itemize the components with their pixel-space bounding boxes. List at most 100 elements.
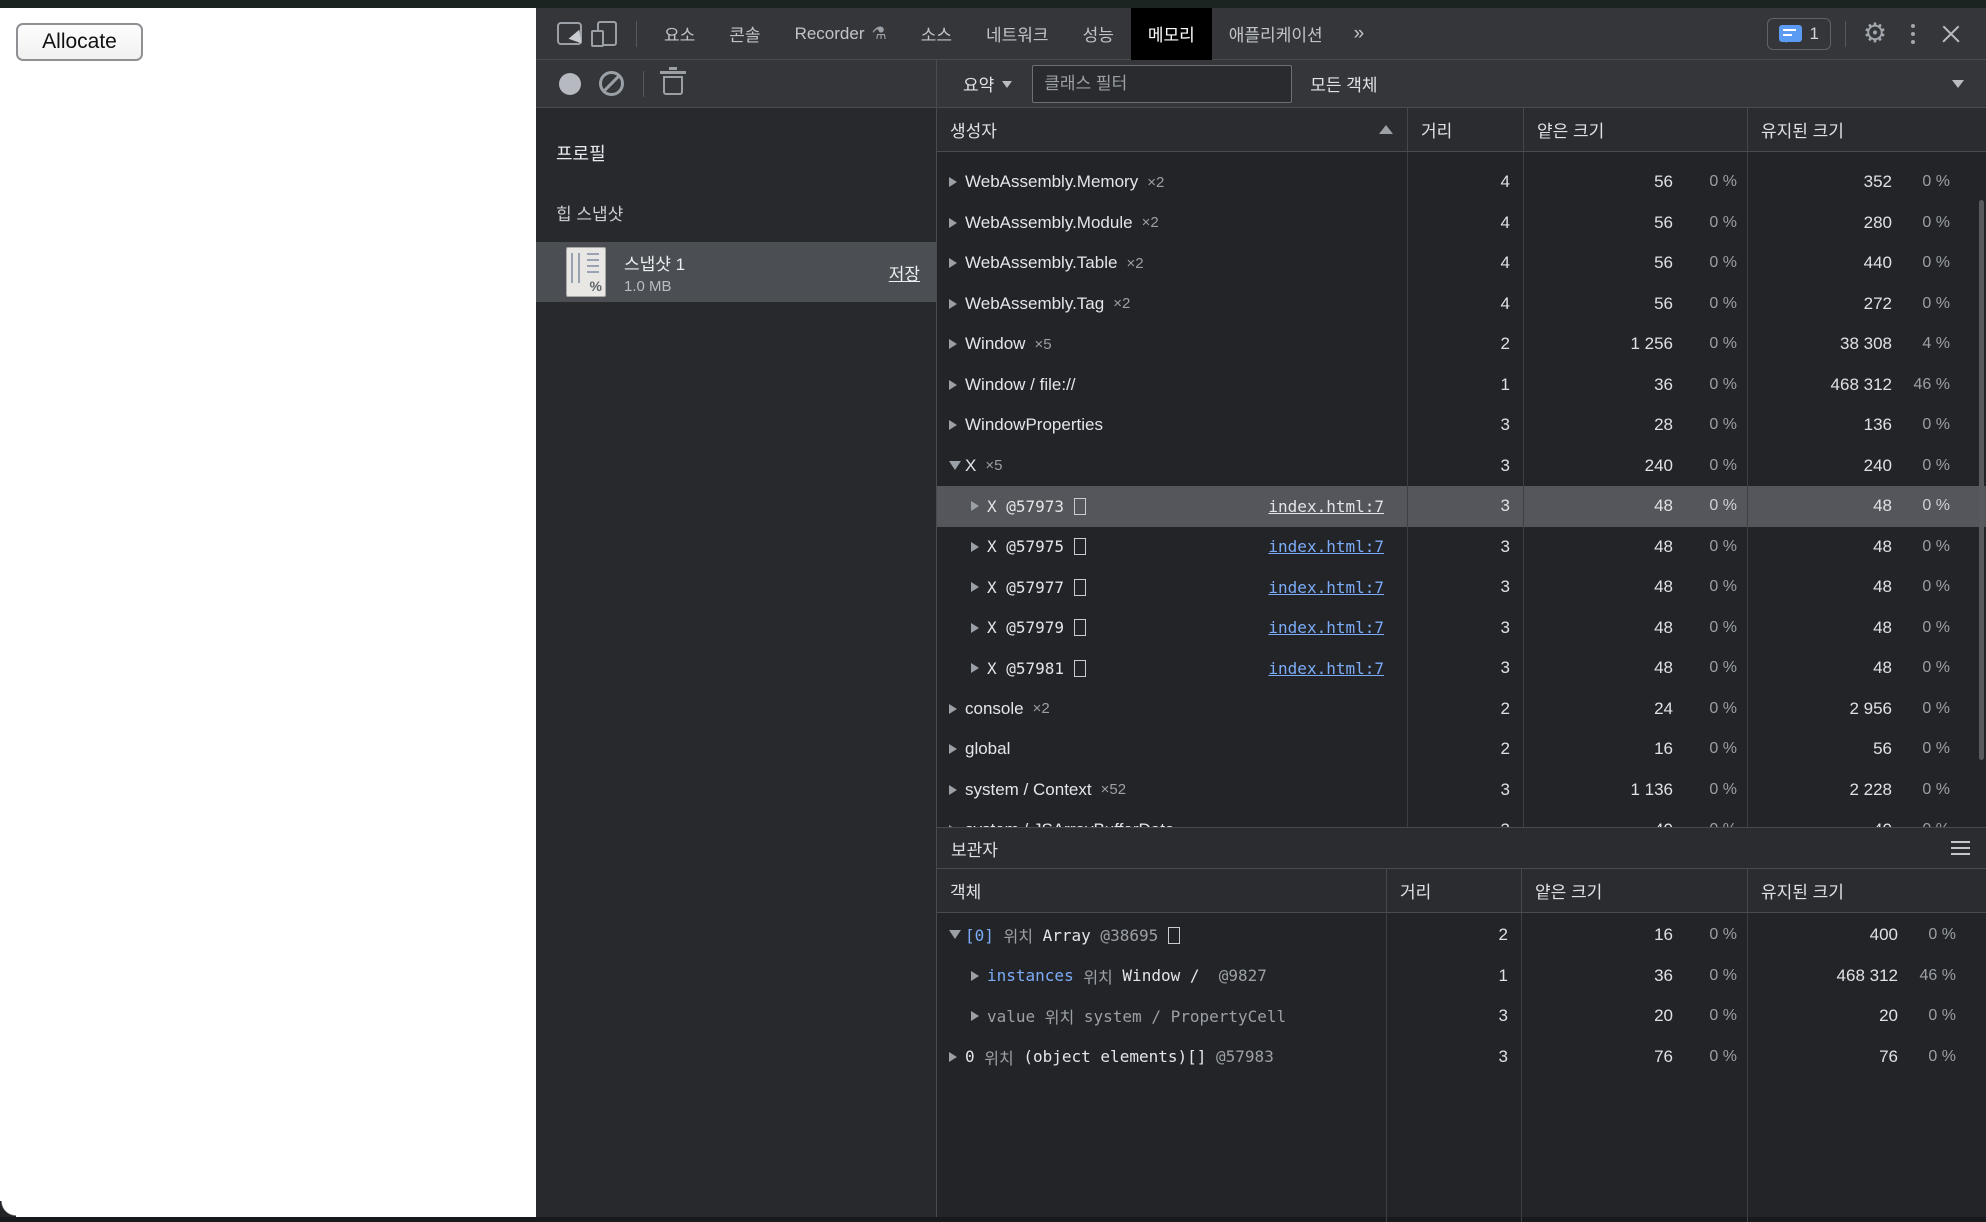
table-row[interactable]: Window / file://1360 %468 31246 % [937,365,1986,406]
snapshot-item[interactable]: 스냅샷 1 1.0 MB 저장 [536,242,936,302]
trash-icon[interactable] [663,76,683,95]
tab-elements[interactable]: 요소 [647,8,712,60]
more-tabs-button[interactable]: » [1340,23,1379,45]
tab-console[interactable]: 콘솔 [712,8,777,60]
tab-application[interactable]: 애플리케이션 [1212,8,1340,60]
expand-arrow-icon[interactable] [945,420,965,430]
sidebar-header: 프로필 [556,140,936,166]
tab-sources[interactable]: 소스 [904,8,969,60]
expand-arrow-icon[interactable] [945,177,965,187]
constructor-name: WebAssembly.Table [965,253,1117,273]
collapse-arrow-icon[interactable] [945,925,965,945]
table-row[interactable]: X @57973index.html:73480 %480 % [937,486,1986,527]
column-header-retained-size[interactable]: 유지된 크기 [1748,108,1986,151]
expand-arrow-icon[interactable] [945,380,965,390]
retainer-row[interactable]: instances 위치 Window / @98271360 %468 312… [937,956,1986,997]
expand-arrow-icon[interactable] [945,785,965,795]
retainer-row[interactable]: 0 위치 (object elements)[] @579833760 %760… [937,1037,1986,1078]
expand-arrow-icon[interactable] [945,218,965,228]
table-row[interactable]: global2160 %560 % [937,729,1986,770]
table-row[interactable]: console×22240 %2 9560 % [937,689,1986,730]
size-percent: 0 % [1673,967,1737,985]
distance-value: 4 [1501,253,1510,273]
table-row[interactable]: X×532400 %2400 % [937,446,1986,487]
source-link[interactable]: index.html:7 [1268,537,1384,556]
size-cell: 200 % [1522,996,1748,1037]
table-row[interactable]: WebAssembly.Memory×24560 %3520 % [937,162,1986,203]
retainer-row[interactable]: value 위치 system / PropertyCell3200 %200 … [937,996,1986,1037]
expand-arrow-icon[interactable] [945,258,965,268]
table-row[interactable]: WebAssembly.Table×24560 %4400 % [937,243,1986,284]
constructor-cell: X @57979index.html:7 [937,608,1408,649]
constructor-name: Window [965,334,1025,354]
column-header-constructor[interactable]: 생성자 [937,108,1408,151]
expand-arrow-icon[interactable] [967,542,987,552]
table-row[interactable]: WebAssembly.Tag×24560 %2720 % [937,284,1986,325]
expand-arrow-icon[interactable] [967,623,987,633]
record-heap-snapshot-icon[interactable] [559,73,581,95]
allocate-button[interactable]: Allocate [16,23,143,61]
snapshot-save-link[interactable]: 저장 [889,260,920,285]
expand-arrow-icon[interactable] [967,1011,987,1021]
table-row[interactable]: X @57977index.html:73480 %480 % [937,567,1986,608]
collapse-arrow-icon[interactable] [945,456,965,476]
clear-icon[interactable] [599,71,624,96]
expand-arrow-icon[interactable] [945,1052,965,1062]
hamburger-menu-icon[interactable] [1951,841,1970,856]
tab-performance[interactable]: 성능 [1066,8,1131,60]
table-row[interactable]: WindowProperties3280 %1360 % [937,405,1986,446]
inspect-icon[interactable] [550,15,588,53]
tab-memory[interactable]: 메모리 [1131,8,1212,60]
table-row[interactable]: X @57979index.html:73480 %480 % [937,608,1986,649]
class-filter-input[interactable] [1032,65,1292,103]
source-link[interactable]: index.html:7 [1268,578,1384,597]
scrollbar-thumb[interactable] [1979,200,1984,760]
expand-arrow-icon[interactable] [967,582,987,592]
object-cell: instances 위치 Window / @9827 [937,956,1387,997]
column-header-shallow-size[interactable]: 얕은 크기 [1524,108,1748,151]
expand-arrow-icon[interactable] [967,501,987,511]
tab-label: 소스 [921,21,952,46]
issues-button[interactable]: 1 [1767,18,1831,50]
view-select[interactable]: 요약 [963,71,1012,96]
source-link[interactable]: index.html:7 [1268,659,1384,678]
column-header-distance[interactable]: 거리 [1408,108,1524,151]
window-corner [0,1201,16,1217]
expand-arrow-icon[interactable] [945,744,965,754]
expand-arrow-icon[interactable] [967,663,987,673]
expand-arrow-icon[interactable] [945,299,965,309]
column-header-shallow-size[interactable]: 얕은 크기 [1522,869,1748,912]
size-cell: 480 % [1748,486,1986,527]
constructor-cell: WebAssembly.Table×2 [937,243,1408,284]
table-row[interactable]: X @57975index.html:73480 %480 % [937,527,1986,568]
kebab-menu-icon[interactable] [1894,15,1932,53]
tab-label: 요소 [664,21,695,46]
close-icon[interactable] [1932,15,1970,53]
retainer-row[interactable]: [0] 위치 Array @386952160 %4000 % [937,915,1986,956]
expand-arrow-icon[interactable] [945,704,965,714]
settings-gear-icon[interactable]: ⚙ [1856,15,1894,53]
source-link[interactable]: index.html:7 [1268,618,1384,637]
size-value: 468 312 [1837,966,1898,986]
table-row[interactable]: X @57981index.html:73480 %480 % [937,648,1986,689]
source-link[interactable]: index.html:7 [1268,497,1384,516]
retainers-grid: [0] 위치 Array @386952160 %4000 %instances… [937,913,1986,1222]
retainers-header: 객체 거리 얕은 크기 유지된 크기 [937,869,1986,913]
tab-network[interactable]: 네트워크 [969,8,1066,60]
size-cell: 480 % [1524,608,1748,649]
column-header-object[interactable]: 객체 [937,869,1387,912]
table-row[interactable]: Window×521 2560 %38 3084 % [937,324,1986,365]
column-header-retained-size[interactable]: 유지된 크기 [1748,869,1986,912]
distance-cell: 4 [1408,243,1524,284]
expand-arrow-icon[interactable] [967,971,987,981]
device-toolbar-icon[interactable] [588,15,626,53]
size-percent: 0 % [1892,457,1950,475]
tab-recorder[interactable]: Recorder⚗ [778,8,904,60]
expand-arrow-icon[interactable] [945,339,965,349]
table-row[interactable]: WebAssembly.Module×24560 %2800 % [937,203,1986,244]
table-row[interactable]: system / Context×5231 1360 %2 2280 % [937,770,1986,811]
size-cell: 4400 % [1748,243,1986,284]
size-percent: 0 % [1673,376,1737,394]
objects-select[interactable]: 모든 객체 [1310,71,1986,96]
column-header-distance[interactable]: 거리 [1387,869,1522,912]
